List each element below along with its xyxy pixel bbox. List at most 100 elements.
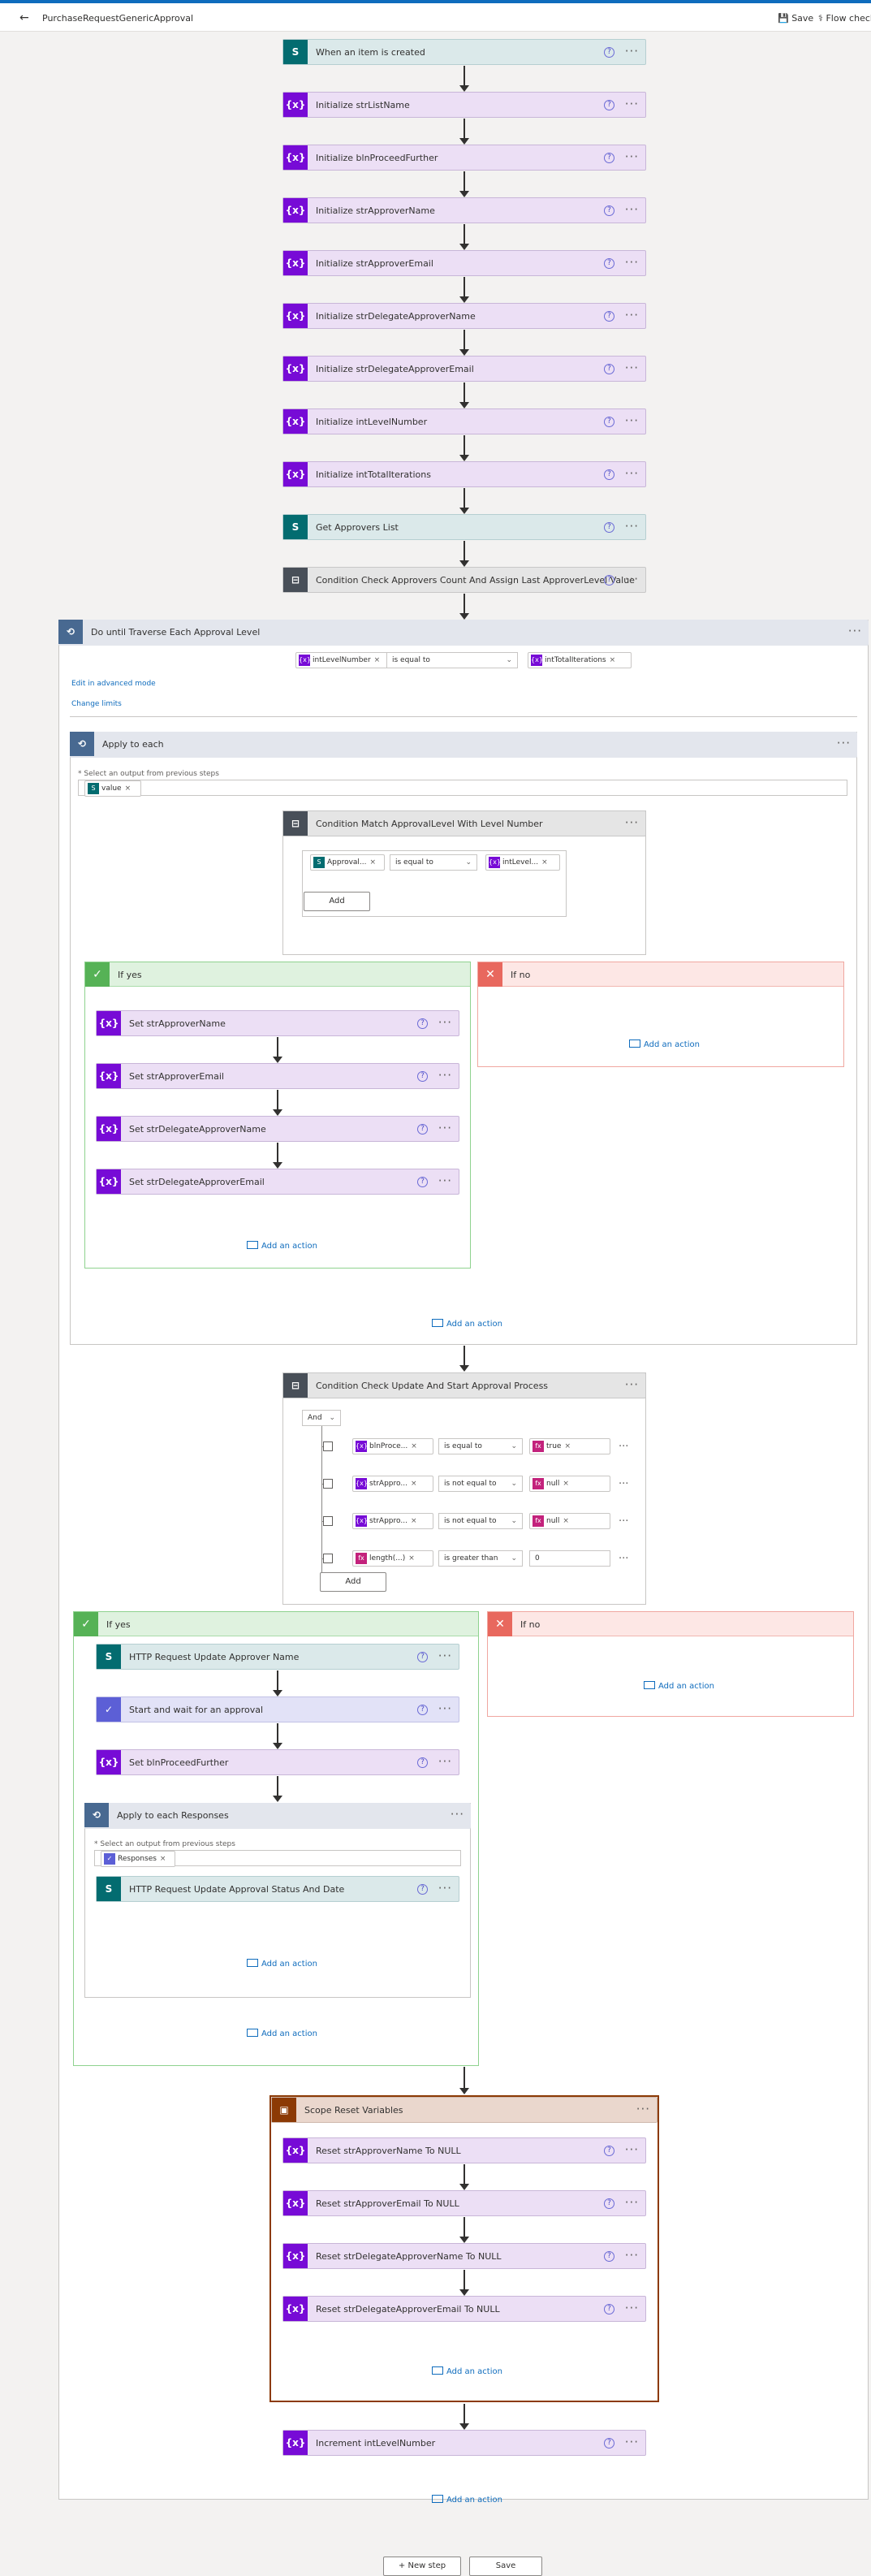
step-card[interactable]: {x} Initialize strDelegateApproverName? ··…	[282, 303, 646, 329]
more-options-icon[interactable]: ···	[619, 1478, 628, 1490]
more-options-icon[interactable]: ···	[619, 1553, 628, 1565]
condition-right-token[interactable]: {x} intLevel... ×	[485, 854, 560, 871]
right-token[interactable]: {x} intTotalIterations ×	[528, 652, 632, 668]
remove-token-icon[interactable]: ×	[411, 1517, 417, 1525]
more-options-icon[interactable]: ···	[438, 1754, 452, 1769]
apply-responses-header[interactable]: ⟲ Apply to each Responses ···	[84, 1803, 471, 1829]
help-icon[interactable]: ?	[604, 2438, 614, 2448]
step-card[interactable]: S When an item is created? ···	[282, 39, 646, 65]
more-options-icon[interactable]: ···	[619, 1515, 628, 1528]
more-options-icon[interactable]: ···	[625, 44, 639, 58]
remove-token-icon[interactable]: ×	[125, 784, 132, 793]
row-checkbox[interactable]	[323, 1479, 333, 1489]
help-icon[interactable]: ?	[604, 205, 614, 216]
more-options-icon[interactable]: ···	[625, 466, 639, 481]
remove-token-icon[interactable]: ×	[411, 1480, 417, 1488]
more-options-icon[interactable]: ···	[848, 624, 862, 638]
change-limits-link[interactable]: Change limits	[71, 700, 122, 708]
more-options-icon[interactable]: ···	[625, 413, 639, 428]
condition-left-token[interactable]: {x} strAppro... ×	[352, 1476, 433, 1492]
set-step-card[interactable]: {x} Set strApproverName? ···	[96, 1010, 459, 1036]
flow-checker-button[interactable]: ⚕ Flow checker	[818, 13, 871, 24]
branch-header[interactable]: ✓ If yes	[85, 962, 470, 987]
help-icon[interactable]: ?	[604, 2198, 614, 2209]
help-icon[interactable]: ?	[604, 417, 614, 427]
more-options-icon[interactable]: ···	[451, 1807, 464, 1822]
more-options-icon[interactable]: ···	[625, 202, 639, 217]
back-arrow-icon[interactable]: ←	[19, 11, 29, 24]
more-options-icon[interactable]: ···	[438, 1701, 452, 1716]
add-action-link[interactable]: Add an action	[247, 2029, 317, 2038]
responses-token[interactable]: ✓ Responses ×	[101, 1851, 175, 1867]
row-checkbox[interactable]	[323, 1516, 333, 1526]
step-card[interactable]: {x} Set blnProceedFurther? ···	[96, 1749, 459, 1775]
remove-token-icon[interactable]: ×	[563, 1517, 569, 1525]
more-options-icon[interactable]: ···	[625, 2142, 639, 2157]
set-step-card[interactable]: {x} Set strDelegateApproverEmail? ···	[96, 1169, 459, 1195]
step-card[interactable]: ⊟ Condition Check Approvers Count And Ass…	[282, 567, 646, 593]
operator-dropdown[interactable]: is not equal to ⌄	[438, 1513, 523, 1529]
more-options-icon[interactable]: ···	[625, 519, 639, 534]
add-action-link[interactable]: Add an action	[432, 2366, 502, 2376]
branch-header[interactable]: ✓ If yes	[74, 1612, 478, 1636]
help-icon[interactable]: ?	[604, 311, 614, 322]
condition-left-token[interactable]: S Approval... ×	[310, 854, 385, 871]
add-condition-button[interactable]: Add	[320, 1572, 386, 1592]
add-action-link[interactable]: Add an action	[247, 1959, 317, 1969]
more-options-icon[interactable]: ···	[438, 1015, 452, 1030]
remove-token-icon[interactable]: ×	[408, 1554, 415, 1562]
add-action-link[interactable]: Add an action	[247, 1241, 317, 1251]
condition-left-token[interactable]: {x} blnProce... ×	[352, 1438, 433, 1454]
help-icon[interactable]: ?	[604, 100, 614, 110]
branch-header[interactable]: ✕ If no	[488, 1612, 853, 1636]
more-options-icon[interactable]: ···	[438, 1881, 452, 1895]
condition-check-header[interactable]: ⊟ Condition Check Update And Start Approv…	[282, 1372, 646, 1398]
more-options-icon[interactable]: ···	[625, 815, 639, 830]
reset-step-card[interactable]: {x} Reset strApproverEmail To NULL? ···	[282, 2190, 646, 2216]
more-options-icon[interactable]: ···	[625, 255, 639, 270]
help-icon[interactable]: ?	[604, 522, 614, 533]
group-operator-dropdown[interactable]: And ⌄	[302, 1410, 341, 1426]
new-step-button[interactable]: + New step	[383, 2557, 461, 2576]
more-options-icon[interactable]: ···	[619, 1441, 628, 1453]
remove-token-icon[interactable]: ×	[411, 1442, 417, 1450]
help-icon[interactable]: ?	[604, 258, 614, 269]
set-step-card[interactable]: {x} Set strApproverEmail? ···	[96, 1063, 459, 1089]
value-token[interactable]: Svalue ×	[84, 780, 141, 797]
help-icon[interactable]: ?	[604, 2304, 614, 2315]
remove-token-icon[interactable]: ×	[160, 1855, 166, 1863]
more-options-icon[interactable]: ···	[837, 736, 851, 750]
more-options-icon[interactable]: ···	[438, 1173, 452, 1188]
apply-to-each-header[interactable]: ⟲ Apply to each ···	[70, 732, 857, 758]
more-options-icon[interactable]: ···	[625, 2301, 639, 2315]
add-action-link[interactable]: Add an action	[432, 1319, 502, 1329]
help-icon[interactable]: ?	[604, 2146, 614, 2156]
step-card[interactable]: {x} Initialize strDelegateApproverEmail? ·…	[282, 356, 646, 382]
condition-left-token[interactable]: fx length(...) ×	[352, 1550, 433, 1567]
more-options-icon[interactable]: ···	[625, 1377, 639, 1392]
help-icon[interactable]: ?	[417, 1071, 428, 1082]
operator-dropdown[interactable]: is greater than ⌄	[438, 1550, 523, 1567]
remove-token-icon[interactable]: ×	[563, 1480, 569, 1488]
help-icon[interactable]: ?	[417, 1018, 428, 1029]
edit-advanced-link[interactable]: Edit in advanced mode	[71, 680, 156, 688]
help-icon[interactable]: ?	[604, 469, 614, 480]
help-icon[interactable]: ?	[417, 1884, 428, 1895]
help-icon[interactable]: ?	[604, 153, 614, 163]
add-action-link[interactable]: Add an action	[644, 1681, 714, 1691]
step-card[interactable]: {x} Initialize strApproverEmail? ···	[282, 250, 646, 276]
reset-step-card[interactable]: {x} Reset strDelegateApproverName To NULL…	[282, 2243, 646, 2269]
help-icon[interactable]: ?	[417, 1177, 428, 1187]
operator-dropdown[interactable]: is equal to ⌄	[390, 854, 477, 871]
condition-match-header[interactable]: ⊟ Condition Match ApprovalLevel With Leve…	[282, 810, 646, 836]
do-until-header[interactable]: ⟲ Do until Traverse Each Approval Level ··…	[58, 620, 869, 646]
set-step-card[interactable]: {x} Set strDelegateApproverName? ···	[96, 1116, 459, 1142]
more-options-icon[interactable]: ···	[625, 361, 639, 375]
select-output-input[interactable]	[78, 780, 847, 796]
increment-step-card[interactable]: {x} Increment intLevelNumber? ···	[282, 2430, 646, 2456]
row-checkbox[interactable]	[323, 1554, 333, 1563]
more-options-icon[interactable]: ···	[625, 2435, 639, 2449]
reset-step-card[interactable]: {x} Reset strDelegateApproverEmail To NUL…	[282, 2296, 646, 2322]
remove-token-icon[interactable]: ×	[374, 656, 381, 664]
more-options-icon[interactable]: ···	[438, 1649, 452, 1663]
